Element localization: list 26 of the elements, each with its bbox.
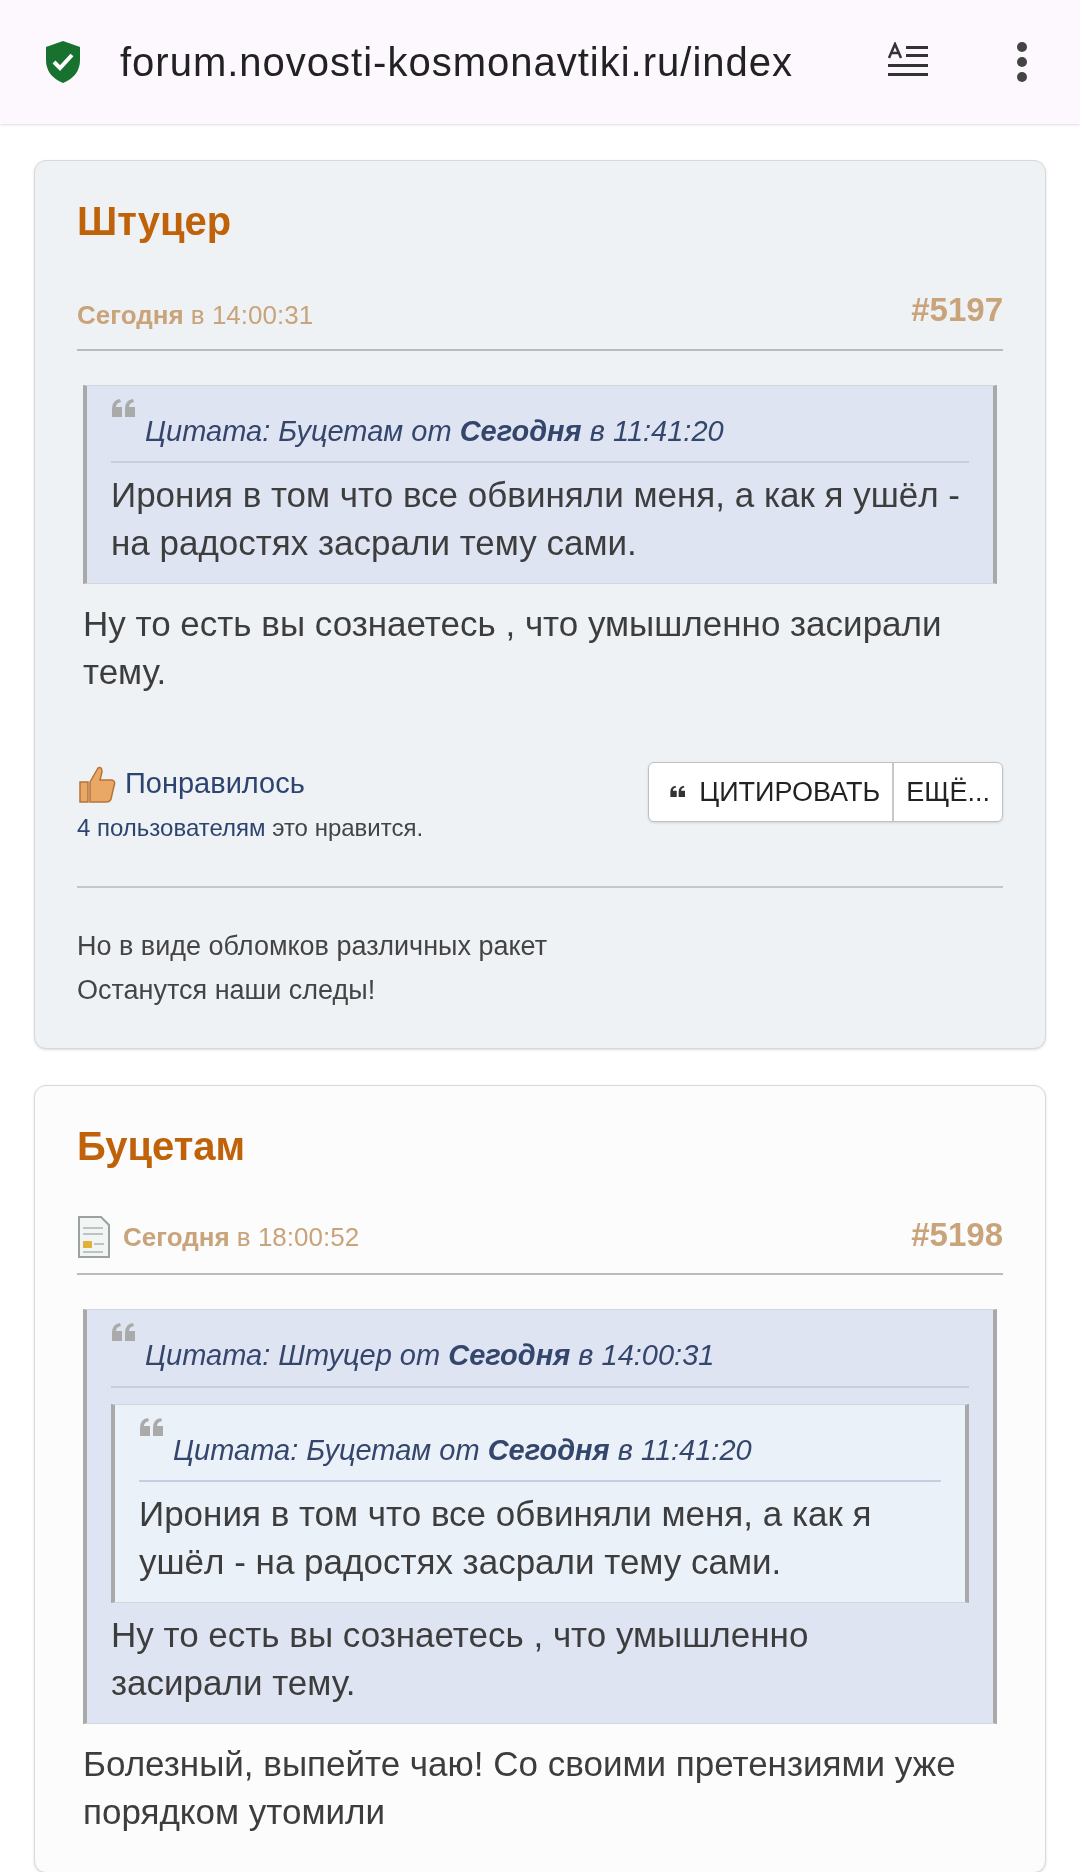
post-text: Ну то есть вы сознаетесь , что умышленно засирали тему. — [83, 603, 943, 693]
quote-text: Ирония в том что все обвиняли меня, а как я ушёл - на радостях засрали тему сами. — [139, 1493, 873, 1583]
quote-text: Ну то есть вы сознаетесь , что умышленно засирали тему. — [111, 1614, 810, 1704]
quote-text: Ирония в том что все обвиняли меня, а как я ушёл - на радостях засрали тему сами. — [111, 474, 961, 564]
likes-link[interactable]: 4 пользователям — [77, 813, 266, 841]
quote-header: Цитата: Буцетам от Сегодня в 11:41:20 — [173, 1432, 752, 1468]
quote-button[interactable]: ЦИТИРОВАТЬ — [649, 763, 893, 821]
quote-icon — [669, 785, 688, 799]
likes-text: это нравится. — [272, 813, 424, 841]
quote-icon — [111, 397, 137, 420]
post-text: Болезный, выпейте чаю! Со своими претензиями уже порядком утомили — [83, 1743, 957, 1833]
signature-line: Но в виде обломков различных ракет — [77, 929, 549, 963]
more-button[interactable]: ЕЩЁ... — [892, 763, 1002, 821]
author-name[interactable]: Буцетам — [77, 1115, 1003, 1176]
menu-icon[interactable] — [1016, 42, 1028, 82]
quote-icon — [111, 1322, 137, 1344]
quote-header: Цитата: Штуцер от Сегодня в 14:00:31 — [145, 1338, 715, 1373]
shield-check-icon — [44, 40, 82, 84]
post-date: Сегодня в 18:00:52 — [123, 1220, 360, 1254]
signature-line: Останутся наши следы! — [77, 973, 377, 1007]
url-text[interactable]: forum.novosti-kosmonavtiki.ru/index — [120, 32, 860, 92]
post-date: Сегодня в 14:00:31 — [77, 298, 314, 332]
quote-icon — [139, 1416, 165, 1439]
like-button[interactable]: Понравилось — [77, 762, 305, 806]
quote-header: Цитата: Буцетам от Сегодня в 11:41:20 — [145, 413, 724, 449]
author-name[interactable]: Штуцер — [77, 191, 1003, 251]
